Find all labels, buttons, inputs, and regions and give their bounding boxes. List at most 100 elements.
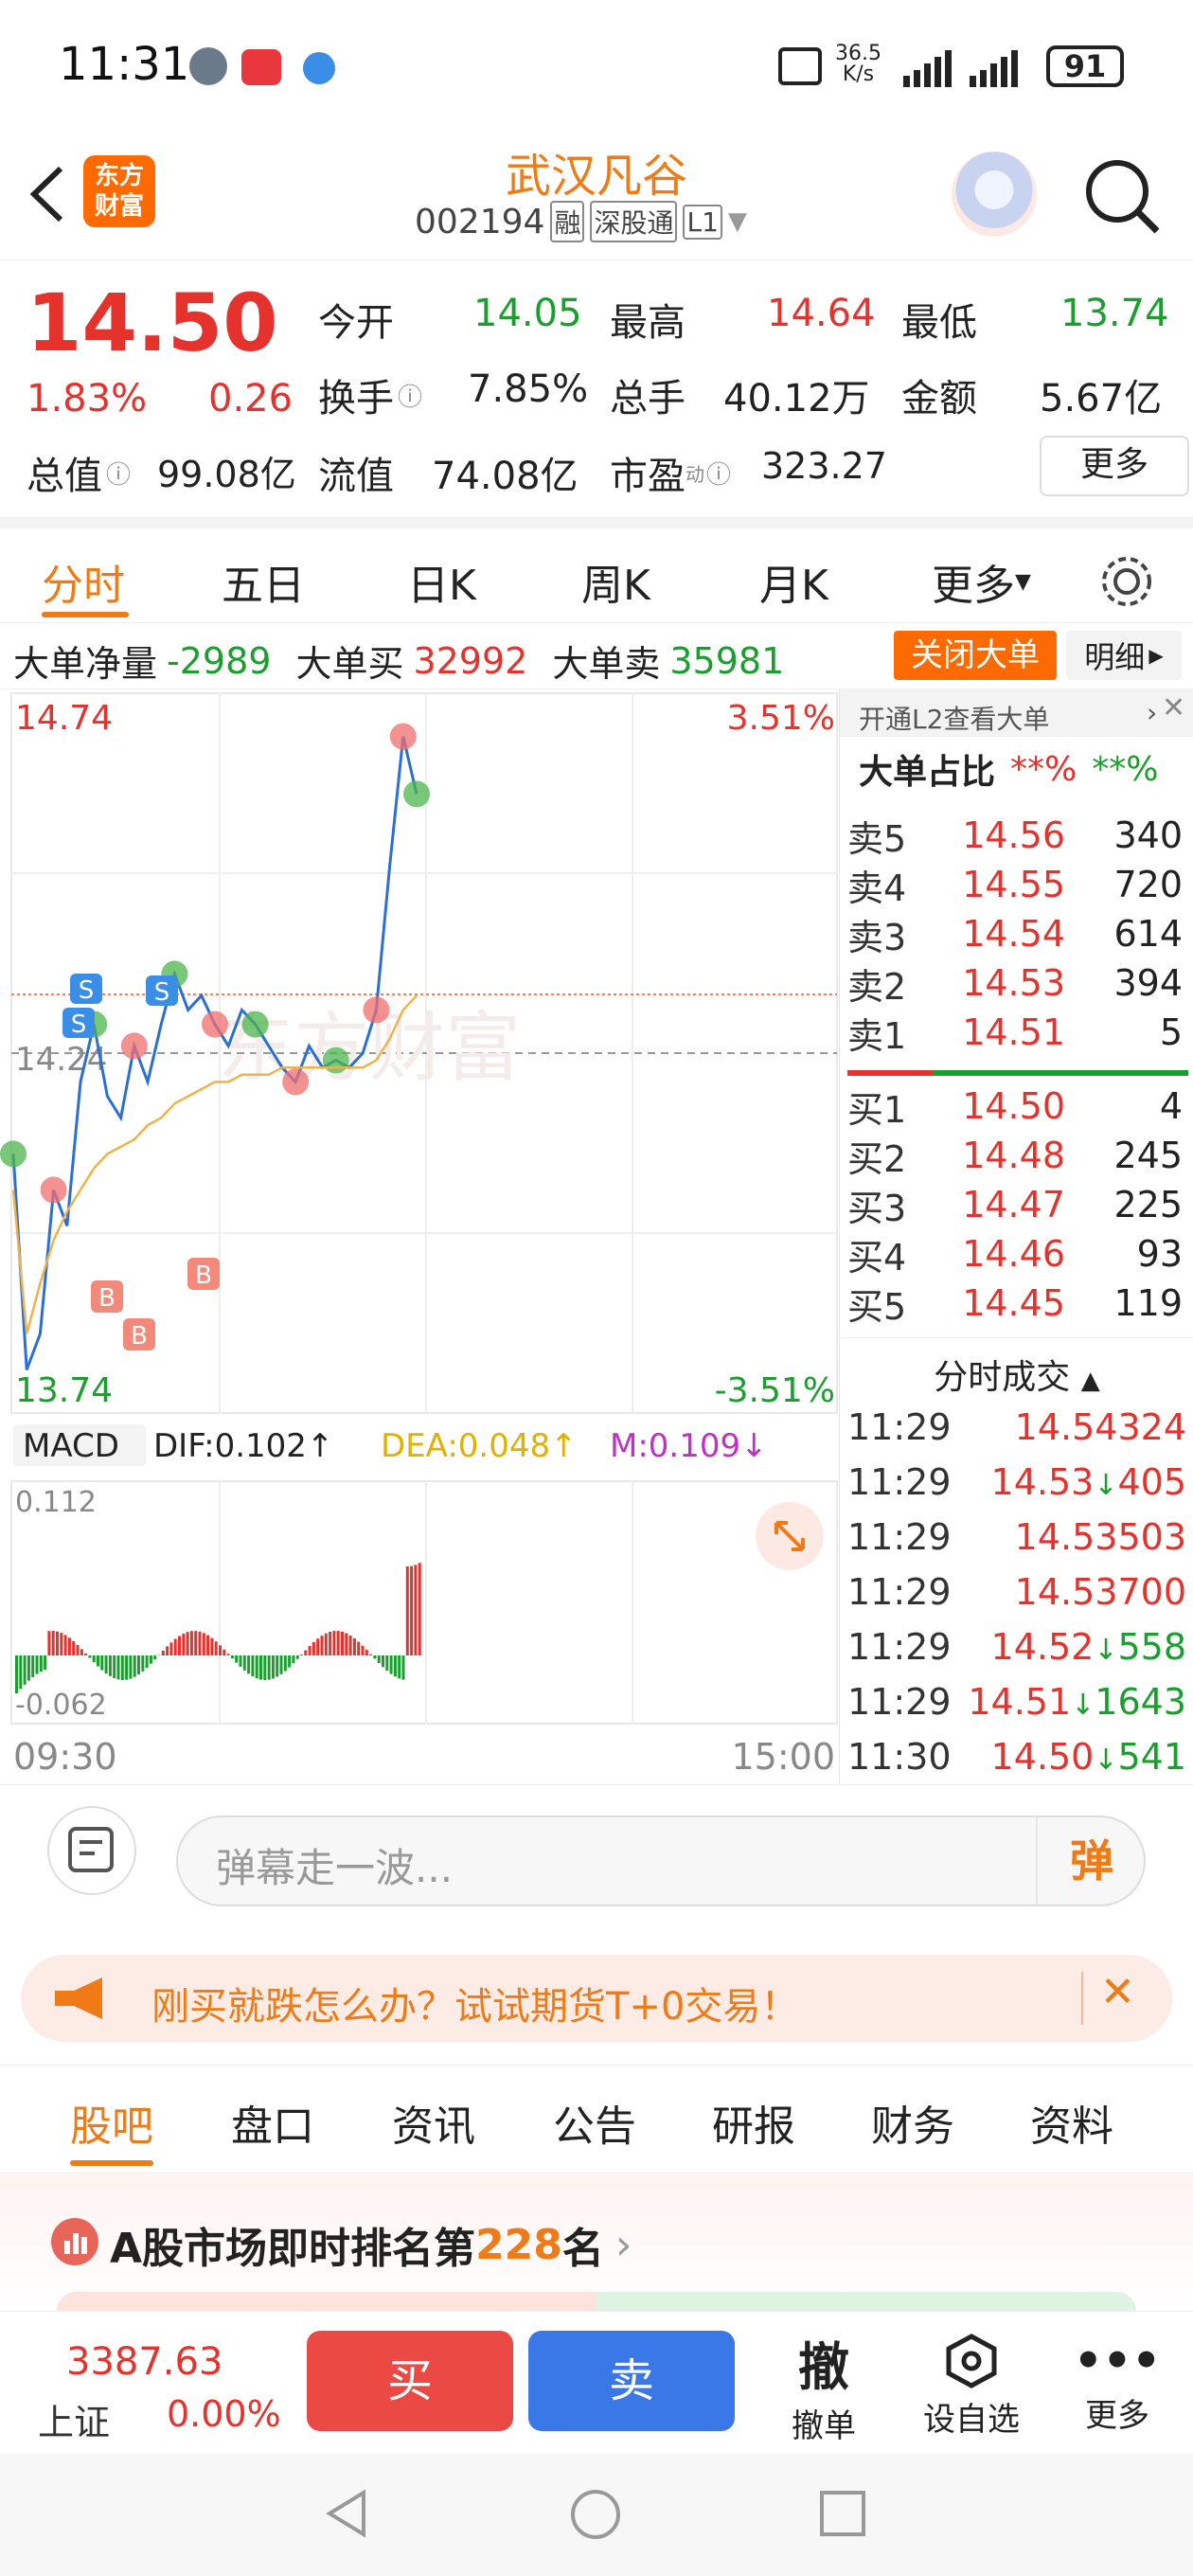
recents-nav-icon[interactable] (816, 2487, 869, 2540)
more-menu-button[interactable]: ••• 更多 (1070, 2333, 1165, 2436)
ask-label: 卖4 (847, 867, 907, 909)
tab-five-day[interactable]: 五日 (222, 551, 305, 612)
gear-icon[interactable] (1098, 553, 1155, 610)
tab-finance[interactable]: 财务 (871, 2092, 954, 2153)
back-nav-icon[interactable] (322, 2487, 375, 2540)
bid-ask-ratio-bar (847, 1070, 1188, 1076)
info-icon[interactable]: ⓘ (106, 456, 131, 491)
high-label: 最高 (610, 301, 686, 345)
macd-bar (76, 1644, 80, 1655)
info-icon[interactable]: ⓘ (398, 378, 422, 413)
pe-label-row: 市盈动 ⓘ (610, 445, 731, 500)
more-button[interactable]: 更多 (1040, 436, 1189, 496)
macd-bar (194, 1631, 198, 1655)
macd-bar (206, 1635, 210, 1655)
l2-banner[interactable]: 开通L2查看大单 › ✕ (840, 689, 1193, 737)
bid-price: 14.45 (962, 1282, 1065, 1324)
trade-volume: 503 (1117, 1516, 1186, 1558)
promo-banner[interactable]: 刚买就跌怎么办？试试期货T+0交易！ ✕ (21, 1955, 1172, 2042)
macd-bar (251, 1655, 255, 1677)
bid-row[interactable]: 买2 14.48 245 (840, 1131, 1193, 1180)
chevron-down-icon[interactable]: ▼ (728, 207, 747, 236)
down-arrow-icon: ↓ (1094, 1634, 1118, 1667)
detail-button[interactable]: 明细 ▶ (1066, 631, 1182, 680)
bid-label: 买5 (847, 1285, 907, 1328)
bid-row[interactable]: 买5 14.45 119 (840, 1279, 1193, 1328)
ask-row[interactable]: 卖3 14.54 614 (840, 909, 1193, 958)
trade-volume: 324 (1117, 1406, 1186, 1448)
macd-bar (271, 1655, 275, 1679)
sell-button[interactable]: 卖 (528, 2331, 735, 2431)
search-icon[interactable] (1079, 153, 1165, 239)
close-icon[interactable]: ✕ (1162, 691, 1185, 724)
tab-research[interactable]: 研报 (712, 2092, 795, 2153)
macd-bar (116, 1655, 120, 1680)
tab-handicap[interactable]: 盘口 (231, 2092, 314, 2153)
macd-bar (267, 1655, 271, 1680)
trades-title-row[interactable]: 分时成交 ▲ (840, 1337, 1193, 1399)
tab-daily-k[interactable]: 日K (407, 551, 476, 612)
macd-dif: DIF:0.102↑ (153, 1427, 333, 1465)
buy-button[interactable]: 买 (307, 2331, 513, 2431)
intraday-chart-area: 东方财富 14.74 14.24 13.74 3.51% -3.51% S S … (0, 689, 839, 1783)
buy-value: 32992 (413, 639, 528, 682)
macd-bar (51, 1631, 55, 1655)
tab-more[interactable]: 更多 ▼ (932, 551, 1031, 612)
trade-bubble (403, 780, 430, 808)
net-value: -2989 (167, 639, 272, 682)
info-icon[interactable]: ⓘ (706, 456, 731, 491)
macd-bar (97, 1655, 99, 1667)
trade-signal-markers: S S S B B B (62, 974, 220, 1351)
tab-intraday[interactable]: 分时 (42, 551, 125, 612)
change-amount: 0.26 (208, 377, 294, 420)
tab-weekly-k[interactable]: 周K (581, 551, 650, 612)
cancel-order-button[interactable]: 撤 撤单 (776, 2325, 871, 2446)
bid-price: 14.47 (962, 1184, 1065, 1225)
macd-bar (345, 1633, 348, 1655)
danmu-list-icon[interactable] (47, 1806, 136, 1895)
rank-section[interactable]: A股市场即时排名第 228 名 › (0, 2174, 1193, 2311)
ask-row[interactable]: 卖4 14.55 720 (840, 860, 1193, 909)
ask-row[interactable]: 卖1 14.51 5 (840, 1008, 1193, 1057)
bid-row[interactable]: 买3 14.47 225 (840, 1180, 1193, 1229)
macd-bar (219, 1645, 222, 1655)
tab-announcements[interactable]: 公告 (553, 2092, 636, 2153)
index-name[interactable]: 上证 (38, 2393, 110, 2445)
chevron-right-icon: › (614, 2220, 632, 2269)
intraday-chart[interactable]: 东方财富 14.74 14.24 13.74 3.51% -3.51% S S … (0, 689, 839, 1783)
tab-profile[interactable]: 资料 (1030, 2092, 1113, 2153)
macd-bar (352, 1637, 356, 1655)
mktcap-value: 99.08亿 (157, 454, 296, 495)
bid-row[interactable]: 买4 14.46 93 (840, 1229, 1193, 1279)
add-watchlist-button[interactable]: 设自选 (915, 2333, 1028, 2440)
section-tab-indicator (70, 2160, 153, 2166)
close-big-order-button[interactable]: 关闭大单 (894, 631, 1057, 680)
tab-monthly-k[interactable]: 月K (759, 551, 828, 612)
tab-forum[interactable]: 股吧 (70, 2092, 153, 2153)
home-nav-icon[interactable] (568, 2487, 623, 2542)
macd-bar (242, 1655, 246, 1671)
tab-active-indicator (42, 612, 129, 617)
amount-value: 5.67亿 (1040, 377, 1163, 420)
tab-news[interactable]: 资讯 (392, 2092, 475, 2153)
macd-bar (259, 1655, 262, 1680)
ask-row[interactable]: 卖5 14.56 340 (840, 811, 1193, 860)
macd-bar (223, 1649, 226, 1655)
macd-bar (405, 1566, 409, 1655)
trade-list: 11:29 14.54 324 11:29 14.53↓ 405 11:29 14.53 503… (840, 1400, 1193, 1784)
rank-card-edge (57, 2292, 1136, 2311)
danmu-input[interactable]: 弹幕走一波... 弹 (176, 1816, 1146, 1906)
macd-bar (288, 1655, 292, 1668)
ratio-red: **% (1010, 749, 1077, 789)
index-value[interactable]: 3387.63 (66, 2340, 223, 2384)
danmu-send-button[interactable]: 弹 (1036, 1817, 1146, 1905)
close-icon[interactable]: ✕ (1100, 1968, 1135, 2016)
macd-bar (47, 1631, 51, 1655)
robot-assistant-icon[interactable] (952, 152, 1037, 237)
trade-time: 11:30 (847, 1736, 952, 1778)
system-nav-bar (0, 2453, 1193, 2576)
ask-row[interactable]: 卖2 14.53 394 (840, 958, 1193, 1008)
sell-marker-label: S (79, 976, 95, 1005)
macd-bar (382, 1655, 384, 1668)
bid-row[interactable]: 买1 14.50 4 (840, 1082, 1193, 1131)
